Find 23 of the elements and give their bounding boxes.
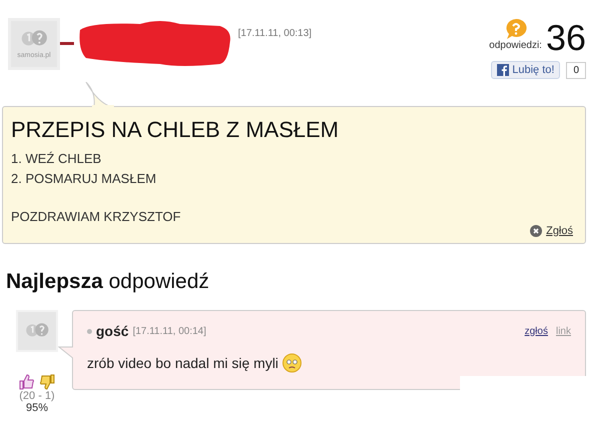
worried-face-icon — [282, 353, 302, 373]
answers-label: odpowiedzi: — [489, 40, 542, 51]
vote-percent: 95% — [26, 402, 48, 414]
thumbs-up-icon[interactable] — [19, 374, 35, 390]
answer-date: [17.11.11, 00:14] — [132, 326, 206, 336]
like-button[interactable]: Lubię to! — [491, 61, 560, 79]
answer-author: gość — [96, 323, 129, 339]
close-icon — [530, 225, 542, 237]
question-text-line: 2. POSMARUJ MASŁEM — [11, 170, 158, 188]
answers-count: 36 — [546, 21, 586, 55]
post-date: [17.11.11, 00:13] — [238, 28, 312, 39]
answer-text: zrób video bo nadal mi się myli — [87, 355, 278, 371]
question-text-line: 1. WEŹ CHLEB — [11, 150, 102, 168]
question-bubble-icon — [504, 18, 527, 40]
status-dot — [87, 328, 92, 334]
thumbs-down-icon[interactable] — [39, 374, 55, 390]
report-link[interactable]: Zgłoś — [530, 225, 573, 237]
section-heading: Najlepsza odpowiedź — [6, 270, 210, 294]
question-text-line: POZDRAWIAM KRZYSZTOF — [11, 208, 182, 226]
vote-count: (20 - 1) — [19, 390, 55, 402]
report-link[interactable]: zgłoś — [524, 326, 548, 336]
like-count: 0 — [566, 62, 586, 78]
question-title: PRZEPIS NA CHLEB Z MASŁEM — [11, 117, 340, 143]
